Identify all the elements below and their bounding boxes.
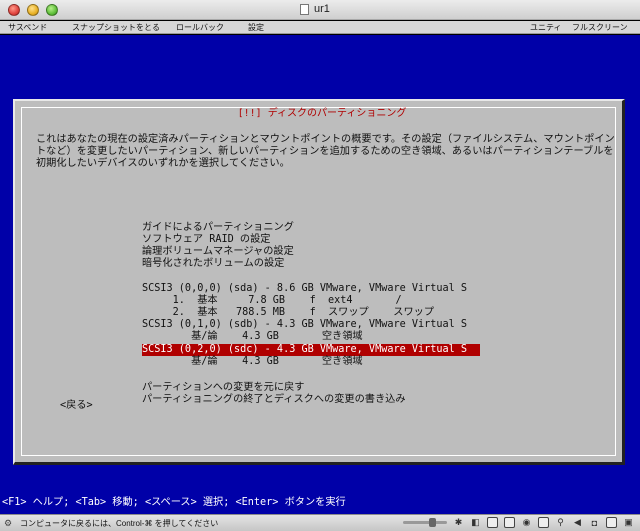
back-button[interactable]: <戻る>: [60, 400, 93, 412]
camera-icon[interactable]: ◘: [589, 517, 600, 528]
disk-sda[interactable]: SCSI3 (0,0,0) (sda) - 8.6 GB VMware, VMw…: [142, 283, 467, 295]
vm-toolbar: サスペンド スナップショットをとる ロールバック 設定 ユニティ フルスクリーン: [0, 21, 640, 34]
menu-item-raid[interactable]: ソフトウェア RAID の設定: [142, 234, 271, 246]
bluetooth-icon[interactable]: ✱: [453, 517, 464, 528]
window-title-text: ur1: [314, 3, 330, 15]
intro-text: これはあなたの現在の設定済みパーティションとマウントポイントの概要です。その設定…: [36, 134, 615, 170]
shared-folder-icon[interactable]: ▣: [623, 517, 634, 528]
settings-button[interactable]: 設定: [248, 22, 264, 33]
free-space-sdb[interactable]: 基/論 4.3 GB 空き領域: [142, 331, 363, 343]
close-window-button[interactable]: [8, 4, 20, 16]
menu-item-undo[interactable]: パーティションへの変更を元に戻す: [142, 382, 304, 394]
zoom-window-button[interactable]: [46, 4, 58, 16]
hard-disk-3-icon[interactable]: [538, 517, 549, 528]
volume-slider[interactable]: [403, 518, 447, 527]
rollback-button[interactable]: ロールバック: [176, 22, 224, 33]
window-titlebar: ur1: [0, 0, 640, 20]
cd-rom-icon[interactable]: ◉: [521, 517, 532, 528]
window-title: ur1: [300, 3, 330, 15]
dialog-title: [!!] ディスクのパーティショニング: [22, 104, 622, 119]
menu-item-guided[interactable]: ガイドによるパーティショニング: [142, 222, 294, 234]
suspend-button[interactable]: サスペンド: [8, 22, 47, 33]
hard-disk-2-icon[interactable]: [504, 517, 515, 528]
menu-item-lvm[interactable]: 論理ボリュームマネージャの設定: [142, 246, 294, 258]
network-icon[interactable]: ◧: [470, 517, 481, 528]
vm-console[interactable]: [!!] ディスクのパーティショニング これはあなたの現在の設定済みパーティショ…: [0, 35, 640, 514]
partition-dialog: [!!] ディスクのパーティショニング これはあなたの現在の設定済みパーティショ…: [13, 99, 625, 465]
partition-sda1[interactable]: 1. 基本 7.8 GB f ext4 /: [142, 295, 402, 307]
menu-item-encrypted[interactable]: 暗号化されたボリュームの設定: [142, 258, 284, 270]
unity-button[interactable]: ユニティ: [530, 22, 562, 33]
hard-disk-icon[interactable]: [487, 517, 498, 528]
snapshot-button[interactable]: スナップショットをとる: [72, 22, 160, 33]
partition-sda2[interactable]: 2. 基本 788.5 MB f スワップ スワップ: [142, 307, 434, 319]
status-text: コンピュータに戻るには、Control-⌘ を押してください: [20, 519, 219, 528]
device-icons: ✱ ◧ ◉ ⚲ ◀ ◘ ▣: [403, 517, 634, 528]
printer-icon[interactable]: [606, 517, 617, 528]
sound-icon[interactable]: ◀: [572, 517, 583, 528]
disk-sdb[interactable]: SCSI3 (0,1,0) (sdb) - 4.3 GB VMware, VMw…: [142, 319, 467, 331]
status-bar: ⚙ コンピュータに戻るには、Control-⌘ を押してください ✱ ◧ ◉ ⚲…: [0, 514, 640, 531]
usb-icon[interactable]: ⚲: [555, 517, 566, 528]
disk-sdc-selected[interactable]: SCSI3 (0,2,0) (sdc) - 4.3 GB VMware, VMw…: [142, 344, 480, 356]
free-space-sdc[interactable]: 基/論 4.3 GB 空き領域: [142, 356, 363, 368]
fullscreen-button[interactable]: フルスクリーン: [572, 22, 628, 33]
gear-icon: ⚙: [4, 518, 13, 528]
dialog-frame: [!!] ディスクのパーティショニング これはあなたの現在の設定済みパーティショ…: [21, 107, 616, 456]
minimize-window-button[interactable]: [27, 4, 39, 16]
help-line: <F1> ヘルプ; <Tab> 移動; <スペース> 選択; <Enter> ボ…: [2, 497, 346, 508]
document-icon: [300, 3, 309, 15]
menu-item-finish[interactable]: パーティショニングの終了とディスクへの変更の書き込み: [142, 394, 406, 406]
